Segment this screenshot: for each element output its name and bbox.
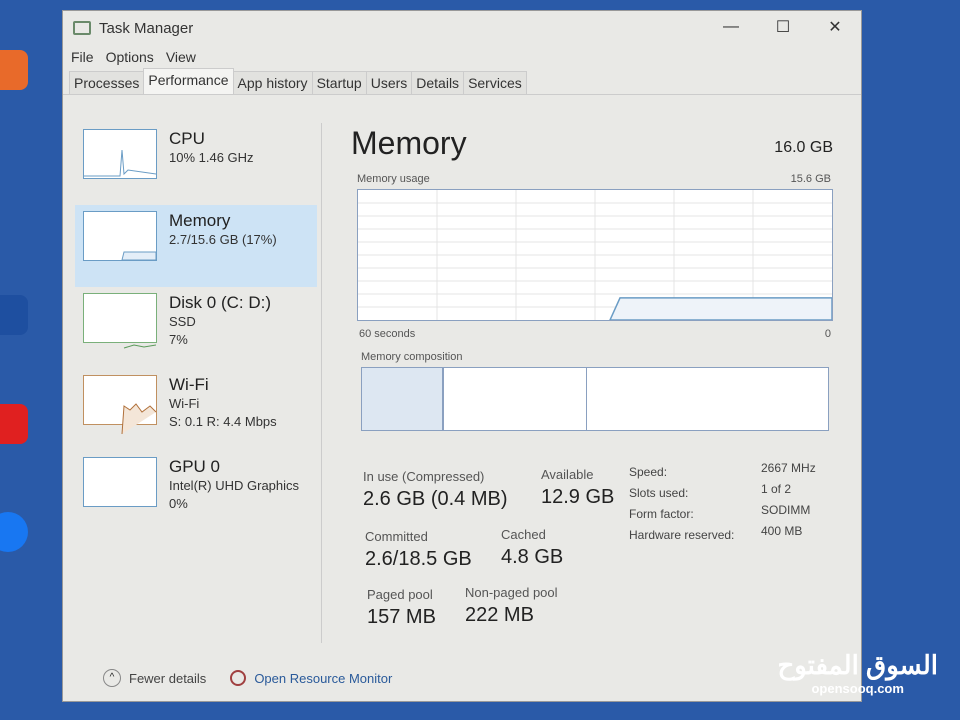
memory-usage-max: 15.6 GB xyxy=(790,173,831,185)
sidebar-item-gpu[interactable]: GPU 0 Intel(R) UHD Graphics 0% xyxy=(71,451,321,533)
memory-usage-label: Memory usage xyxy=(357,173,430,185)
memory-usage-graph xyxy=(357,189,833,321)
stat-paged-pool: Paged pool 157 MB xyxy=(367,587,436,628)
opensooq-watermark-logo: السوق المفتوح opensooq.com xyxy=(777,650,938,696)
task-manager-icon xyxy=(73,21,91,35)
sidebar-item-detail: Intel(R) UHD Graphics xyxy=(169,478,300,493)
menu-file[interactable]: File xyxy=(71,49,94,65)
time-span-label: 60 seconds xyxy=(359,328,416,340)
stat-nonpaged-pool: Non-paged pool 222 MB xyxy=(465,585,558,626)
sidebar-item-label: Disk 0 (C: D:) xyxy=(169,293,271,312)
stat-cached: Cached 4.8 GB xyxy=(501,527,564,568)
sidebar-item-detail: 7% xyxy=(169,332,188,347)
fewer-details-link[interactable]: Fewer details xyxy=(129,671,206,686)
desktop-icon xyxy=(0,404,28,444)
desktop-icon xyxy=(0,50,28,90)
sidebar-item-wifi[interactable]: Wi-Fi Wi-Fi S: 0.1 R: 4.4 Mbps xyxy=(71,369,321,451)
tab-startup[interactable]: Startup xyxy=(311,71,367,94)
maximize-button[interactable]: ☐ xyxy=(757,11,809,43)
wifi-thumbnail-graph xyxy=(83,375,157,435)
memory-composition-label: Memory composition xyxy=(361,351,463,363)
disk-thumbnail-graph xyxy=(83,293,157,349)
sidebar-item-detail: 10% 1.46 GHz xyxy=(169,150,254,165)
chevron-up-icon[interactable]: ^ xyxy=(103,669,121,687)
tab-services[interactable]: Services xyxy=(463,71,527,94)
desktop-icon xyxy=(0,295,28,335)
total-memory: 16.0 GB xyxy=(774,139,833,156)
resource-sidebar: CPU 10% 1.46 GHz Memory 2.7/15.6 GB (17%) … xyxy=(71,123,321,533)
tab-app-history[interactable]: App history xyxy=(232,71,313,94)
open-resource-monitor-link[interactable]: Open Resource Monitor xyxy=(254,671,392,686)
tab-bar: Processes Performance App history Startu… xyxy=(63,68,861,95)
spec-value: 2667 MHz xyxy=(761,461,816,475)
cpu-thumbnail-graph xyxy=(83,129,157,179)
spec-label: Speed: xyxy=(629,465,668,479)
resource-monitor-icon xyxy=(230,670,247,686)
tab-users[interactable]: Users xyxy=(365,71,413,94)
stat-available: Available 12.9 GB xyxy=(541,467,615,508)
memory-usage-area xyxy=(608,297,833,321)
graph-zero-label: 0 xyxy=(824,328,831,340)
sidebar-item-label: Memory xyxy=(169,211,231,230)
menu-options[interactable]: Options xyxy=(106,49,154,65)
spec-value: SODIMM xyxy=(761,503,811,517)
sidebar-item-label: Wi-Fi xyxy=(169,375,209,394)
spec-label: Slots used: xyxy=(629,486,689,500)
tab-processes[interactable]: Processes xyxy=(69,71,145,94)
sidebar-item-cpu[interactable]: CPU 10% 1.46 GHz xyxy=(71,123,321,205)
sidebar-item-disk[interactable]: Disk 0 (C: D:) SSD 7% xyxy=(71,287,321,369)
task-manager-window: Task Manager — ☐ ✕ File Options View Pro… xyxy=(62,10,862,702)
sidebar-item-label: GPU 0 xyxy=(169,457,221,476)
sidebar-item-detail: 2.7/15.6 GB (17%) xyxy=(169,232,277,247)
footer: ^ Fewer details Open Resource Monitor xyxy=(103,669,392,687)
memory-composition-bar xyxy=(361,367,829,431)
stat-in-use: In use (Compressed) 2.6 GB (0.4 MB) xyxy=(363,469,508,510)
tab-details[interactable]: Details xyxy=(411,71,465,94)
gpu-thumbnail-graph xyxy=(83,457,157,507)
sidebar-item-memory[interactable]: Memory 2.7/15.6 GB (17%) xyxy=(75,205,317,287)
memory-panel: Memory 16.0 GB Memory usage 15.6 GB 60 s… xyxy=(351,123,841,628)
spec-value: 400 MB xyxy=(761,524,803,538)
desktop-icon xyxy=(0,512,28,552)
sidebar-divider xyxy=(321,123,322,643)
sidebar-item-detail: S: 0.1 R: 4.4 Mbps xyxy=(169,414,277,429)
window-title: Task Manager xyxy=(99,19,194,37)
composition-divider xyxy=(586,368,587,430)
spec-value: 1 of 2 xyxy=(761,482,792,496)
minimize-button[interactable]: — xyxy=(705,11,757,43)
sidebar-item-detail: 0% xyxy=(169,496,188,511)
stat-committed: Committed 2.6/18.5 GB xyxy=(365,529,472,570)
memory-thumbnail-graph xyxy=(83,211,157,261)
title-bar: Task Manager — ☐ ✕ xyxy=(63,11,861,45)
menu-bar: File Options View xyxy=(63,45,861,69)
menu-view[interactable]: View xyxy=(166,49,196,65)
sidebar-item-label: CPU xyxy=(169,129,205,148)
sidebar-item-detail: SSD xyxy=(169,314,196,329)
sidebar-item-detail: Wi-Fi xyxy=(169,396,200,411)
tab-performance[interactable]: Performance xyxy=(143,68,234,94)
spec-label: Form factor: xyxy=(629,507,694,521)
spec-label: Hardware reserved: xyxy=(629,528,735,542)
composition-in-use xyxy=(362,368,444,430)
page-title: Memory xyxy=(351,125,467,161)
close-button[interactable]: ✕ xyxy=(809,11,861,43)
